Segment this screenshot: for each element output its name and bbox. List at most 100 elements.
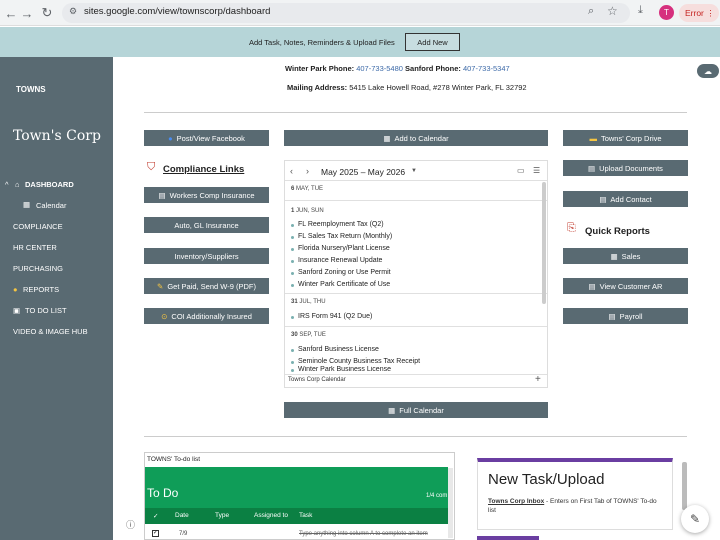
site-info-icon[interactable]: ⚙	[69, 6, 77, 17]
calendar-view-icon[interactable]: ▭	[517, 166, 525, 175]
divider	[144, 112, 687, 113]
calendar-event[interactable]: IRS Form 941 (Q2 Due)	[298, 313, 372, 320]
calendar-event[interactable]: Seminole County Business Tax Receipt	[298, 358, 420, 365]
workers-comp-label: Workers Comp Insurance	[169, 190, 255, 200]
purple-bar	[477, 536, 539, 540]
add-to-calendar-button[interactable]: ▦ Add to Calendar	[284, 130, 548, 146]
upload-documents-button[interactable]: ▤ Upload Documents	[563, 160, 688, 176]
sidebar-item-purchasing[interactable]: PURCHASING	[13, 264, 63, 273]
calendar-event[interactable]: Sanford Business License	[298, 346, 379, 353]
drive-button[interactable]: ▬ Towns' Corp Drive	[563, 130, 688, 146]
calendar-icon: ▦	[383, 133, 391, 143]
info-icon[interactable]: ⓘ	[126, 518, 135, 531]
calendar-divider	[285, 293, 547, 294]
sidebar-item-to-do-list[interactable]: TO DO LIST	[25, 306, 67, 315]
event-dot	[291, 272, 294, 275]
report-icon: ⎘	[567, 222, 576, 234]
folder-icon: ▬	[589, 133, 597, 143]
add-new-button[interactable]: Add New	[405, 33, 460, 51]
site-logo[interactable]: TOWNS	[16, 85, 46, 94]
new-task-description: Towns Corp Inbox - Enters on First Tab o…	[488, 497, 663, 515]
banner-text: Add Task, Notes, Reminders & Upload File…	[249, 38, 395, 47]
calendar-event[interactable]: FL Reemployment Tax (Q2)	[298, 221, 384, 228]
todo-header-band	[145, 467, 448, 508]
calendar-scrollbar[interactable]	[542, 182, 546, 304]
event-dot	[291, 248, 294, 251]
page-scrollbar[interactable]	[682, 462, 687, 510]
upload-documents-label: Upload Documents	[599, 163, 663, 173]
bookmark-star-icon[interactable]: ☆	[607, 4, 618, 18]
site-title[interactable]: Town's Corp	[13, 128, 101, 144]
column-header: Task	[299, 512, 313, 519]
todo-checkbox[interactable]: ✓	[152, 530, 159, 537]
dropdown-icon[interactable]: ▼	[411, 168, 417, 174]
coi-label: COI Additionally Insured	[171, 311, 252, 321]
mail-value: 5415 Lake Howell Road, #278 Winter Park,…	[349, 83, 527, 92]
w9-button[interactable]: ✎ Get Paid, Send W-9 (PDF)	[144, 278, 269, 294]
agenda-date: 30 SEP, TUE	[291, 332, 326, 338]
document-icon: ▤	[588, 281, 596, 291]
compliance-links-title[interactable]: Compliance Links	[163, 164, 244, 175]
inventory-button[interactable]: Inventory/Suppliers	[144, 248, 269, 264]
event-dot	[291, 316, 294, 319]
add-plus-icon[interactable]: +	[535, 374, 541, 385]
download-icon[interactable]: ⤓	[638, 4, 643, 17]
sales-button[interactable]: ▦ Sales	[563, 248, 688, 264]
calendar-event[interactable]: FL Sales Tax Return (Monthly)	[298, 233, 392, 240]
coi-button[interactable]: ⊙ COI Additionally Insured	[144, 308, 269, 324]
todo-sheet-title: TOWNS' To-do list	[147, 456, 201, 463]
calendar-event[interactable]: Winter Park Certificate of Use	[298, 281, 390, 288]
payroll-button[interactable]: ▤ Payroll	[563, 308, 688, 324]
quick-reports-title: Quick Reports	[585, 226, 650, 237]
sidebar-item-dashboard[interactable]: DASHBOARD	[25, 180, 74, 189]
inbox-link[interactable]: Towns Corp Inbox	[488, 498, 544, 505]
forward-icon[interactable]: →	[18, 4, 36, 22]
zoom-icon[interactable]: ⌕	[588, 5, 594, 18]
customer-ar-label: View Customer AR	[599, 281, 663, 291]
chevron-up-icon[interactable]: ^	[5, 180, 9, 189]
calendar-event[interactable]: Sanford Zoning or Use Permit	[298, 269, 391, 276]
calendar-event[interactable]: Winter Park Business License	[298, 366, 391, 373]
edit-pencil-icon[interactable]: ✎	[681, 505, 709, 533]
new-task-card	[477, 458, 673, 530]
reload-icon[interactable]: ↻	[38, 4, 56, 22]
todo-count: 1/4 com	[426, 493, 448, 499]
lock-icon: ●	[13, 285, 18, 294]
workers-comp-button[interactable]: ▤ Workers Comp Insurance	[144, 187, 269, 203]
next-chevron-icon[interactable]: ›	[306, 166, 309, 176]
calendar-icon: ▦	[23, 200, 31, 209]
calendar-range[interactable]: May 2025 – May 2026	[321, 167, 405, 177]
auto-gl-button[interactable]: Auto, GL Insurance	[144, 217, 269, 233]
calendar-event[interactable]: Insurance Renewal Update	[298, 257, 382, 264]
clipped-event: Winter Park Business License	[285, 366, 547, 374]
calendar-divider	[285, 326, 547, 327]
add-contact-button[interactable]: ▤ Add Contact	[563, 191, 688, 207]
agenda-date: 1 JUN, SUN	[291, 208, 324, 214]
sidebar-item-video-image-hub[interactable]: VIDEO & IMAGE HUB	[13, 327, 88, 336]
sf-phone-link[interactable]: 407-733-5347	[463, 64, 510, 73]
sidebar-item-reports[interactable]: REPORTS	[23, 285, 59, 294]
document-icon: ▤	[588, 163, 596, 173]
error-button[interactable]: Error ⋮	[679, 4, 719, 22]
calendar-event[interactable]: Florida Nursery/Plant License	[298, 245, 390, 252]
cloud-icon[interactable]: ☁	[697, 64, 719, 78]
profile-avatar[interactable]: T	[659, 5, 674, 20]
wp-phone-link[interactable]: 407-733-5480	[356, 64, 403, 73]
prev-chevron-icon[interactable]: ‹	[290, 166, 293, 176]
menu-dots-icon: ⋮	[706, 8, 715, 18]
url-text: sites.google.com/view/townscorp/dashboar…	[84, 6, 271, 17]
todo-scrollbar[interactable]	[448, 468, 453, 538]
phone-line: Winter Park Phone: 407-733-5480 Sanford …	[285, 64, 510, 73]
customer-ar-button[interactable]: ▤ View Customer AR	[563, 278, 688, 294]
sidebar-item-hr-center[interactable]: HR CENTER	[13, 243, 57, 252]
calendar-footer[interactable]: Towns Corp Calendar	[288, 377, 346, 383]
facebook-label: Post/View Facebook	[176, 133, 245, 143]
list-view-icon[interactable]: ☰	[533, 166, 540, 175]
agenda-date: 6 MAY, TUE	[291, 186, 324, 192]
sidebar-item-compliance[interactable]: COMPLIANCE	[13, 222, 63, 231]
payroll-label: Payroll	[619, 311, 643, 321]
sidebar-item-calendar[interactable]: Calendar	[36, 201, 66, 210]
full-calendar-button[interactable]: ▦ Full Calendar	[284, 402, 548, 418]
checkbox-icon: ▣	[13, 306, 21, 315]
facebook-button[interactable]: ● Post/View Facebook	[144, 130, 269, 146]
